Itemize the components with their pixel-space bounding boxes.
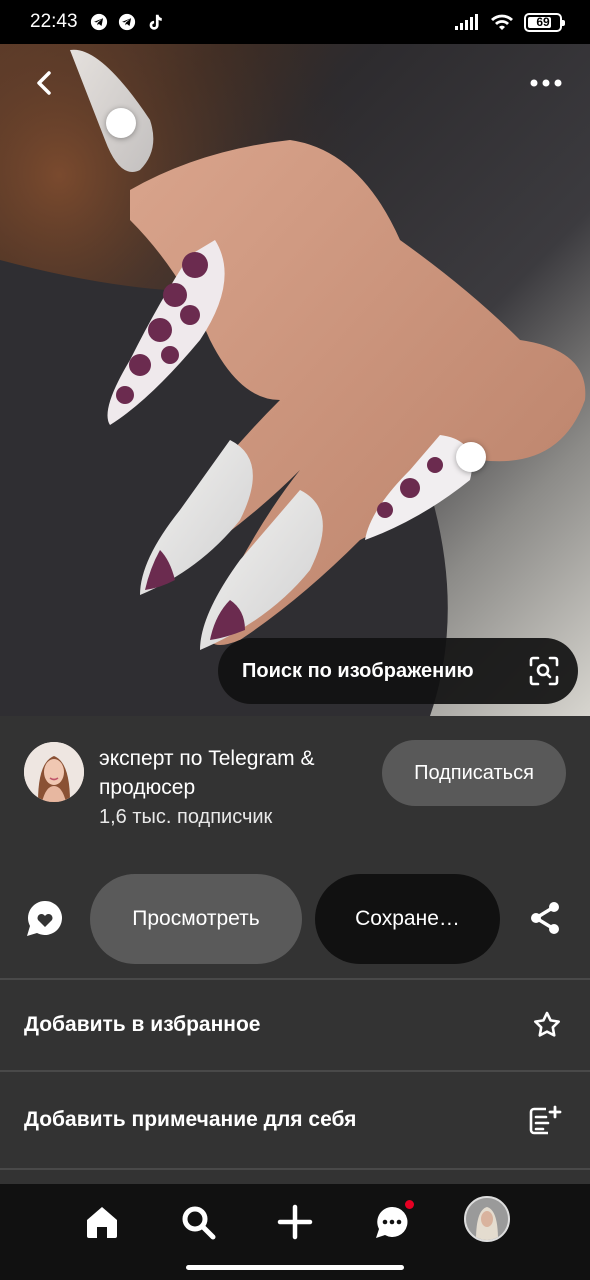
- plus-icon: [277, 1204, 313, 1240]
- comment-icon[interactable]: [24, 898, 66, 940]
- product-hotspot[interactable]: [456, 442, 486, 472]
- lens-search-icon: [529, 656, 559, 686]
- nav-messages[interactable]: [370, 1200, 414, 1244]
- battery-level: 69: [536, 15, 550, 29]
- wifi-icon: [491, 14, 513, 30]
- avatar-illustration: [24, 742, 84, 802]
- star-icon: [534, 1011, 560, 1037]
- chevron-left-icon: [37, 71, 51, 95]
- menu-divider: [0, 1168, 590, 1184]
- nav-home[interactable]: [80, 1200, 124, 1244]
- status-bar: 22:43 69: [0, 0, 590, 44]
- profile-photo: [466, 1198, 508, 1240]
- creator-name[interactable]: эксперт по Telegram & продюсер: [99, 744, 369, 802]
- pin-details: эксперт по Telegram & продюсер 1,6 тыс. …: [0, 716, 590, 1184]
- creator-section: эксперт по Telegram & продюсер 1,6 тыс. …: [24, 740, 566, 840]
- add-note-icon: [529, 1105, 562, 1135]
- nav-create[interactable]: [273, 1200, 317, 1244]
- share-icon[interactable]: [528, 900, 562, 936]
- back-button[interactable]: [24, 62, 66, 104]
- telegram-icon: [118, 13, 135, 31]
- save-button[interactable]: Сохране…: [315, 874, 500, 964]
- messages-icon: [376, 1206, 408, 1238]
- signal-icon: [455, 14, 478, 30]
- action-bar: Просмотреть Сохране…: [0, 874, 590, 966]
- status-right: 69: [454, 12, 565, 32]
- add-note-label: Добавить примечание для себя: [24, 1108, 357, 1131]
- bottom-navigation: [0, 1184, 590, 1280]
- follow-button[interactable]: Подписаться: [382, 740, 566, 806]
- profile-avatar[interactable]: [464, 1196, 510, 1242]
- product-hotspot[interactable]: [106, 108, 136, 138]
- status-left: 22:43: [30, 11, 164, 33]
- add-to-favorites-row[interactable]: Добавить в избранное: [0, 978, 590, 1070]
- more-icon: [530, 79, 562, 87]
- add-note-row[interactable]: Добавить примечание для себя: [0, 1070, 590, 1168]
- nav-search[interactable]: [176, 1200, 220, 1244]
- visual-search-label: Поиск по изображению: [242, 659, 474, 682]
- creator-avatar[interactable]: [24, 742, 84, 802]
- home-indicator: [186, 1265, 404, 1270]
- battery-icon: 69: [524, 12, 565, 32]
- telegram-icon: [90, 13, 107, 31]
- view-button[interactable]: Просмотреть: [90, 874, 302, 964]
- add-to-favorites-label: Добавить в избранное: [24, 1013, 261, 1036]
- search-icon: [182, 1206, 216, 1240]
- visual-search-button[interactable]: Поиск по изображению: [218, 638, 578, 704]
- nail-photo: [0, 40, 590, 716]
- home-icon: [87, 1207, 117, 1238]
- more-options-button[interactable]: [522, 62, 570, 104]
- tiktok-icon: [149, 14, 162, 30]
- notification-dot: [405, 1200, 414, 1209]
- follower-count: 1,6 тыс. подписчик: [99, 806, 273, 828]
- pin-image[interactable]: [0, 40, 590, 716]
- status-time: 22:43: [30, 11, 78, 32]
